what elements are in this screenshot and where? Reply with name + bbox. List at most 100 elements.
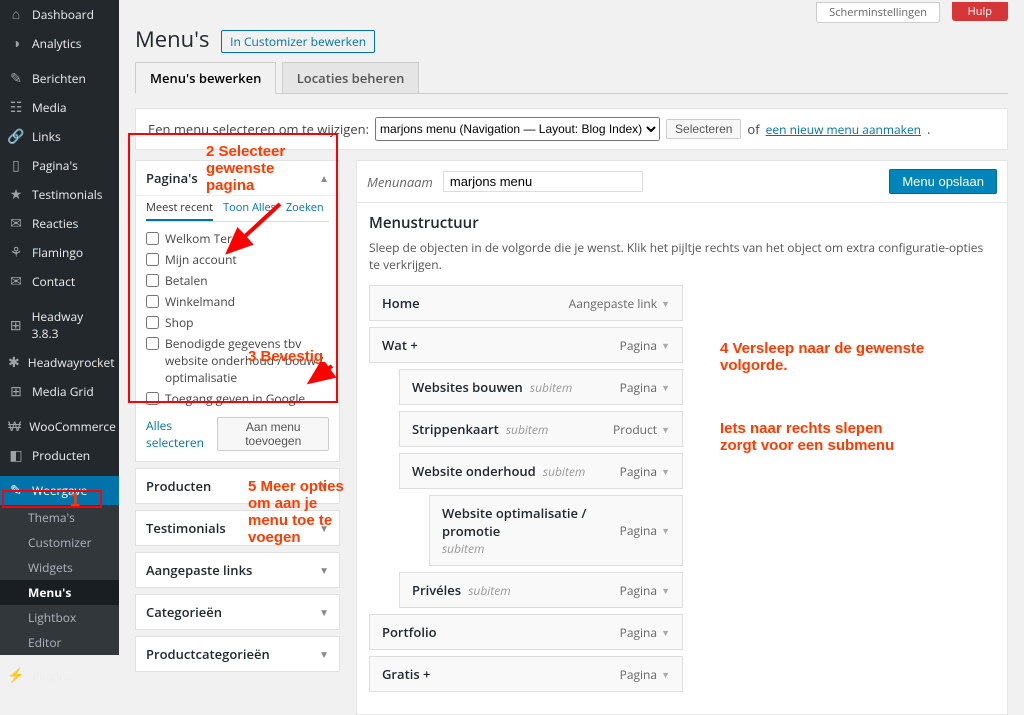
menu-icon: ⊞ [8,384,24,400]
page-checkbox-item[interactable]: Winkelmand [146,291,329,312]
chevron-down-icon: ▼ [319,605,329,619]
sidebar-item-label: Links [32,128,61,145]
page-checkbox[interactable] [146,253,159,266]
menu-item-type[interactable]: Aangepaste link ▼ [569,295,670,312]
accordion-header[interactable]: Productcategorieën▼ [136,637,339,671]
menu-item-title: Website optimalisatie / promotie [442,504,620,540]
page-checkbox[interactable] [146,232,159,245]
add-to-menu-button[interactable]: Aan menu toevoegen [217,417,329,451]
menu-item[interactable]: Strippenkaart subitemProduct ▼ [399,411,683,447]
page-checkbox-item[interactable]: Shop [146,312,329,333]
page-checkbox-item[interactable]: Betalen [146,270,329,291]
sidebar-item-label: Dashboard [32,6,94,23]
page-checkbox-label: Betalen [165,272,208,289]
menu-item[interactable]: Website optimalisatie / promotiesubitemP… [429,495,683,566]
or-text: of [747,120,759,138]
menu-item[interactable]: Wat + Pagina ▼ [369,327,683,363]
sidebar-sub-widgets[interactable]: Widgets [0,555,119,580]
menu-item-type[interactable]: Product ▼ [613,421,670,438]
page-checkbox[interactable] [146,337,159,350]
page-checkbox-item[interactable]: Mijn account [146,249,329,270]
menu-item-type[interactable]: Pagina ▼ [620,666,670,683]
menu-item[interactable]: Home Aangepaste link ▼ [369,285,683,321]
sidebar-sub-thema-s[interactable]: Thema's [0,505,119,530]
customizer-link[interactable]: In Customizer bewerken [221,30,375,53]
select-all-link[interactable]: Alles selecteren [146,417,217,451]
sidebar-sub-editor[interactable]: Editor [0,630,119,655]
acc-tab-meest-recent[interactable]: Meest recent [146,200,213,221]
menu-item[interactable]: Websites bouwen subitemPagina ▼ [399,369,683,405]
nav-tabs: Menu's bewerken Locaties beheren [135,62,1008,94]
menu-item-type[interactable]: Pagina ▼ [620,463,670,480]
sidebar-item-producten[interactable]: ◧Producten [0,441,119,470]
page-checkbox[interactable] [146,316,159,329]
menu-item[interactable]: Gratis +Pagina ▼ [369,656,683,692]
menu-name-label: Menunaam [367,173,433,191]
menu-item-type[interactable]: Pagina ▼ [620,522,670,539]
sidebar-item-label: Media [32,99,67,116]
sidebar-sub-menu-s[interactable]: Menu's [0,580,119,605]
accordion-header[interactable]: Aangepaste links▼ [136,553,339,587]
sidebar-item-plugins[interactable]: ⚡Plugins [0,661,119,690]
anno-4: 4 Versleep naar de gewenste volgorde. [720,340,950,374]
menu-item[interactable]: PortfolioPagina ▼ [369,614,683,650]
menu-item-type[interactable]: Pagina ▼ [620,624,670,641]
sidebar-sub-lightbox[interactable]: Lightbox [0,605,119,630]
menu-item-title: Home [382,294,420,312]
sidebar-item-headwayrocket[interactable]: ✱Headwayrocket [0,348,119,377]
sidebar-item-testimonials[interactable]: ★Testimonials [0,180,119,209]
chevron-down-icon: ▼ [661,339,670,352]
sidebar-item-analytics[interactable]: ◑Analytics [0,29,119,58]
menu-name-row: Menunaam Menu opslaan [356,160,1008,203]
menu-item-type[interactable]: Pagina ▼ [620,582,670,599]
page-checkbox[interactable] [146,274,159,287]
menu-item[interactable]: Privéles subitemPagina ▼ [399,572,683,608]
save-menu-button[interactable]: Menu opslaan [889,169,997,194]
page-checkbox-label: Shop [165,314,194,331]
create-new-menu-link[interactable]: een nieuw menu aanmaken [766,121,921,138]
anno-4b: Iets naar rechts slepen zorgt voor een s… [720,420,920,454]
sidebar-item-weergave[interactable]: ✎Weergave [0,476,119,505]
accordion-header[interactable]: Categorieën▼ [136,595,339,629]
menu-item[interactable]: Website onderhoud subitem Pagina ▼ [399,453,683,489]
page-checkbox-label: Mijn account [165,251,237,268]
menu-item-subitem-label: subitem [442,540,620,557]
sidebar-item-pagina-s[interactable]: ▯Pagina's [0,151,119,180]
sidebar-item-label: WooCommerce [29,418,116,435]
sidebar-item-media[interactable]: ☷Media [0,93,119,122]
sidebar-item-woocommerce[interactable]: ₩WooCommerce [0,412,119,441]
select-button[interactable]: Selecteren [666,119,741,139]
sidebar-item-reacties[interactable]: ✉Reacties [0,209,119,238]
page-checkbox[interactable] [146,295,159,308]
acc-tab-zoeken[interactable]: Zoeken [286,200,324,221]
sidebar-item-label: Contact [32,273,75,290]
sidebar-sub-customizer[interactable]: Customizer [0,530,119,555]
sidebar-item-headway-3-8-3[interactable]: ⊞Headway 3.8.3 [0,302,119,348]
sidebar-item-berichten[interactable]: ✎Berichten [0,64,119,93]
screen-options-tab[interactable]: Scherminstellingen [816,2,940,23]
tab-manage-locations[interactable]: Locaties beheren [282,62,420,93]
sidebar-item-dashboard[interactable]: ⌂Dashboard [0,0,119,29]
structure-heading: Menustructuur [369,213,995,233]
menu-item-title: Wat + [382,336,418,354]
menu-item-type[interactable]: Pagina ▼ [620,379,670,396]
acc-tab-toon-alles[interactable]: Toon Alles [223,200,276,221]
sidebar-item-links[interactable]: 🔗Links [0,122,119,151]
chevron-down-icon: ▼ [661,381,670,394]
chevron-down-icon: ▼ [661,626,670,639]
tab-edit-menus[interactable]: Menu's bewerken [135,62,276,94]
chevron-down-icon: ▼ [661,584,670,597]
page-checkbox[interactable] [146,392,159,405]
menu-item-type[interactable]: Pagina ▼ [620,337,670,354]
page-title: Menu's In Customizer bewerken [135,24,1008,54]
help-tab[interactable]: Hulp [952,2,1008,21]
sidebar-item-flamingo[interactable]: ⚘Flamingo [0,238,119,267]
page-checkbox-item[interactable]: Welkom Terug [146,228,329,249]
page-checkbox-item[interactable]: Toegang geven in Google [146,388,329,409]
menu-item-title: Website onderhoud subitem [412,462,585,480]
sidebar-item-media-grid[interactable]: ⊞Media Grid [0,377,119,406]
menu-name-input[interactable] [443,171,643,192]
sidebar-item-label: Plugins [32,667,72,684]
sidebar-item-contact[interactable]: ✉Contact [0,267,119,296]
menu-select[interactable]: marjons menu (Navigation — Layout: Blog … [375,117,660,141]
